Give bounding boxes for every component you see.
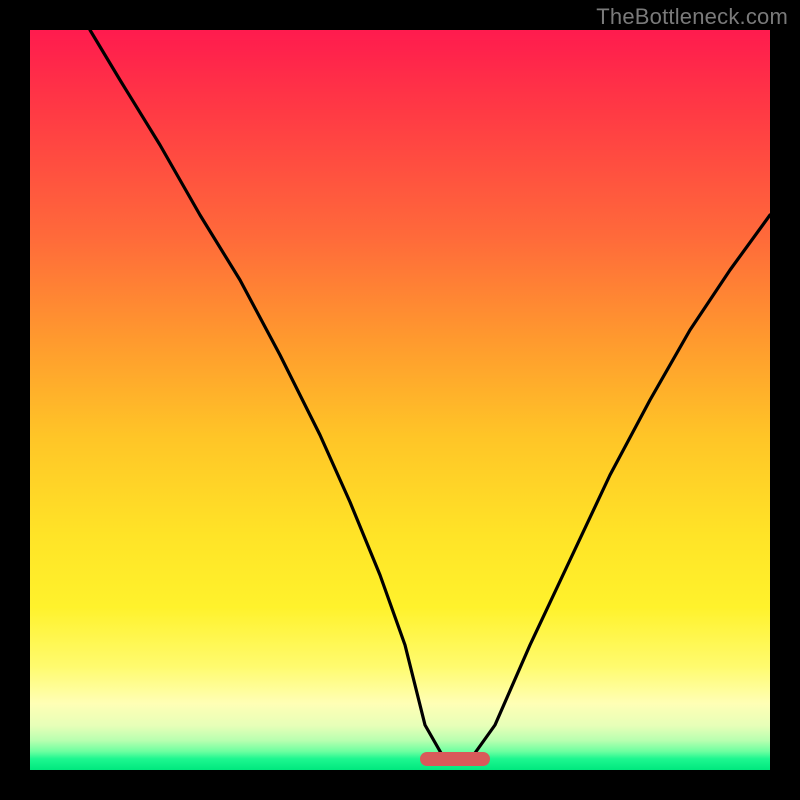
watermark-text: TheBottleneck.com — [596, 4, 788, 30]
chart-frame: TheBottleneck.com — [0, 0, 800, 800]
optimal-range-marker — [420, 752, 490, 766]
bottleneck-curve — [30, 30, 770, 770]
plot-area — [30, 30, 770, 770]
